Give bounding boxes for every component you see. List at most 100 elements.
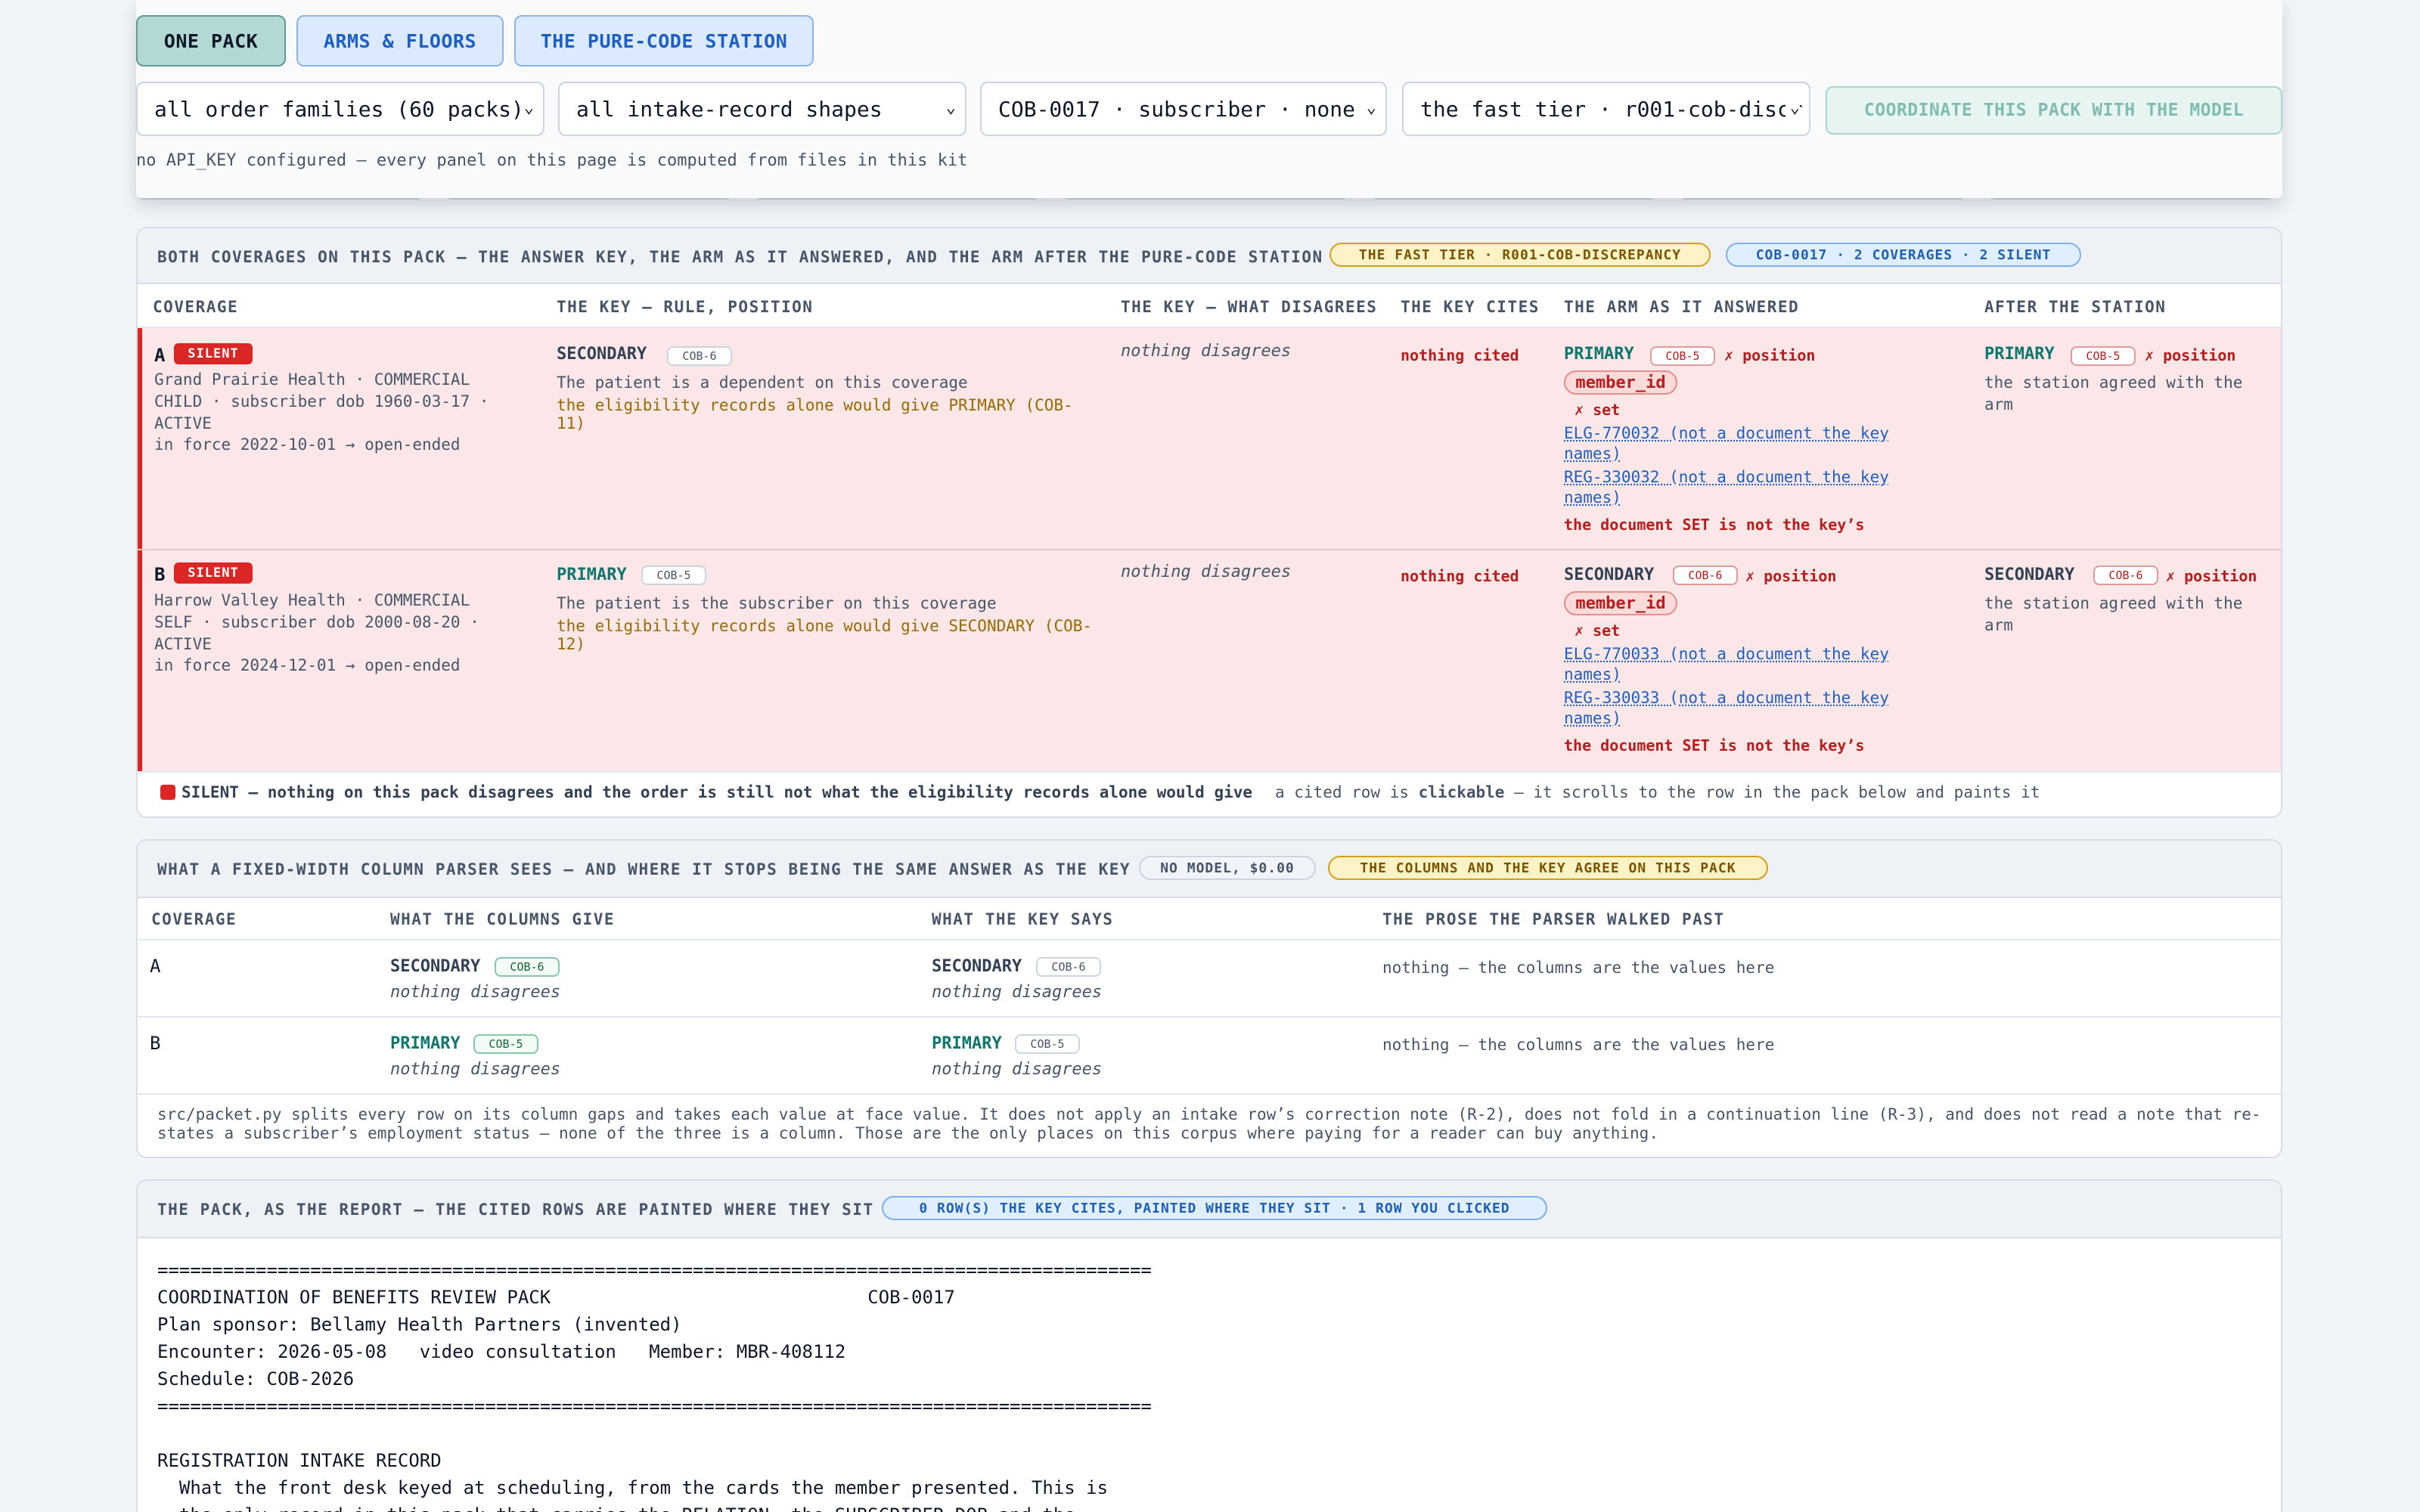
status-badge: SILENT [174,343,253,364]
key-disagrees: nothing disagrees [1121,562,1292,581]
key-warning: the eligibility records alone would give… [557,617,1093,653]
columns-position: PRIMARY [390,1034,461,1053]
arm-link[interactable]: REG-330033 (not a document the key names… [1564,688,1927,729]
legend-click: clickable [1418,783,1505,801]
tab-pure-code-station[interactable]: THE PURE-CODE STATION [514,15,814,67]
key-rule: COB-5 [641,565,706,585]
columns-position: SECONDARY [390,957,481,976]
report-line: the only record in this pack that carrie… [157,1501,1075,1512]
columns-rule: COB-6 [495,957,560,977]
key-warning: the eligibility records alone would give… [557,396,1073,432]
tier-pill: THE FAST TIER · R001-COB-DISCREPANCY [1329,243,1711,267]
prose-note: nothing — the columns are the values her… [1382,959,1775,977]
arm-link[interactable]: REG-330032 (not a document the key names… [1564,467,1927,508]
after-mark: ✗ position [2166,567,2257,585]
coverage-panel: BOTH COVERAGES ON THIS PACK — THE ANSWER… [136,227,2282,818]
key-disagrees: nothing disagrees [1121,342,1292,361]
tab-arms-floors[interactable]: ARMS & FLOORS [296,15,504,67]
parser-row: B PRIMARY COB-5 nothing disagrees PRIMAR… [138,1018,2281,1093]
after-rule: COB-6 [2093,565,2158,585]
plan-details: Harrow Valley Health · COMMERCIAL SELF ·… [154,591,479,653]
order-family-select[interactable]: all order families (60 packs) ⌄ [136,82,544,136]
api-note: no API_KEY configured — every panel on t… [136,151,968,170]
intake-shape-value: all intake-record shapes [576,96,883,122]
parser-panel-header: WHAT A FIXED-WIDTH COLUMN PARSER SEES — … [138,841,2281,898]
chevron-down-icon: ⌄ [1361,98,1376,117]
pack-value: COB-0017 · subscriber · none · [998,96,1381,122]
plan-dates: in force 2022-10-01 → open-ended [154,435,461,454]
report-line: ========================================… [157,1259,1152,1281]
key-note: nothing disagrees [932,983,1103,1002]
chevron-down-icon: ⌄ [519,98,534,117]
coverage-row: A SILENT Grand Prairie Health · COMMERCI… [138,328,2281,549]
columns-note: nothing disagrees [390,1060,561,1079]
col-key-disagrees: THE KEY — WHAT DISAGREES [1121,298,1378,316]
pack-pill: COB-0017 · 2 COVERAGES · 2 SILENT [1726,243,2081,267]
status-badge: SILENT [174,562,253,584]
report-line: What the front desk keyed at scheduling,… [157,1477,1109,1498]
key-cites: nothing cited [1401,346,1519,364]
after-position: SECONDARY [1984,565,2075,584]
col-prose: THE PROSE THE PARSER WALKED PAST [1382,910,1725,928]
key-position: SECONDARY [557,345,647,364]
chevron-down-icon: ⌄ [941,98,956,117]
key-rule: COB-6 [1036,957,1101,977]
col-key-cites: THE KEY CITES [1401,298,1540,316]
report-line: Encounter: 2026-05-08 video consultation… [157,1341,846,1362]
after-mark: ✗ position [2145,346,2236,364]
legend-silent: SILENT — nothing on this pack disagrees … [182,783,1253,801]
report-line: Schedule: COB-2026 [157,1368,355,1390]
after-note: the station agreed with the arm [1984,373,2243,414]
key-reason: The patient is the subscriber on this co… [557,594,997,612]
after-rule: COB-5 [2071,346,2136,366]
parser-panel: WHAT A FIXED-WIDTH COLUMN PARSER SEES — … [136,839,2282,1158]
col-key-rule: THE KEY — RULE, POSITION [557,298,814,316]
prose-note: nothing — the columns are the values her… [1382,1036,1775,1054]
pack-select[interactable]: COB-0017 · subscriber · none · ⌄ [980,82,1387,136]
after-note: the station agreed with the arm [1984,594,2243,634]
key-position: SECONDARY [932,957,1022,976]
arm-link[interactable]: ELG-770033 (not a document the key names… [1564,644,1927,685]
after-position: PRIMARY [1984,345,2055,364]
report-panel-title: THE PACK, AS THE REPORT — THE CITED ROWS… [157,1201,874,1219]
columns-rule: COB-5 [473,1034,538,1054]
arm-mark: ✗ position [1745,567,1837,585]
report-line: ========================================… [157,1396,1152,1417]
silent-legend-swatch [160,785,175,800]
arm-link[interactable]: ELG-770032 (not a document the key names… [1564,423,1927,464]
coverage-id: B [150,1033,161,1054]
legend-post: — it scrolls to the row in the pack belo… [1504,783,2040,801]
arm-position: PRIMARY [1564,345,1634,364]
key-rule: COB-5 [1015,1034,1080,1054]
parser-footnote: src/packet.py splits every row on its co… [157,1105,2261,1142]
col-after-station: AFTER THE STATION [1984,298,2167,316]
col-coverage: COVERAGE [153,298,239,316]
arm-note: the document SET is not the key’s [1564,516,1865,534]
legend-pre: a cited row is [1275,783,1419,801]
arm-field: member_id [1564,370,1677,395]
tier-select[interactable]: the fast tier · r001-cob-discr ⌄ [1402,82,1810,136]
key-note: nothing disagrees [932,1060,1103,1079]
parser-panel-title: WHAT A FIXED-WIDTH COLUMN PARSER SEES — … [157,860,1131,878]
cost-pill: NO MODEL, $0.00 [1139,856,1316,880]
tab-one-pack[interactable]: ONE PACK [136,15,286,67]
plan-dates: in force 2024-12-01 → open-ended [154,656,461,674]
arm-rule: COB-6 [1673,565,1738,585]
coordinate-button[interactable]: COORDINATE THIS PACK WITH THE MODEL [1826,86,2282,135]
legend-clickable: a cited row is clickable — it scrolls to… [1275,783,2040,801]
report-line: Plan sponsor: Bellamy Health Partners (i… [157,1314,682,1335]
coverage-id: A [150,956,161,977]
key-position: PRIMARY [557,565,627,584]
col-key-says: WHAT THE KEY SAYS [932,910,1114,928]
arm-mark: ✗ position [1724,346,1816,364]
report-panel-header: THE PACK, AS THE REPORT — THE CITED ROWS… [138,1181,2281,1238]
key-cites: nothing cited [1401,567,1519,585]
chevron-down-icon: ⌄ [1785,98,1800,117]
intake-shape-select[interactable]: all intake-record shapes ⌄ [558,82,966,136]
cited-rows-pill: 0 ROW(S) THE KEY CITES, PAINTED WHERE TH… [882,1196,1547,1220]
col-columns-give: WHAT THE COLUMNS GIVE [390,910,616,928]
arm-position: SECONDARY [1564,565,1655,584]
arm-rule: COB-5 [1650,346,1715,366]
arm-field: member_id [1564,591,1677,615]
order-family-value: all order families (60 packs) [154,96,524,122]
